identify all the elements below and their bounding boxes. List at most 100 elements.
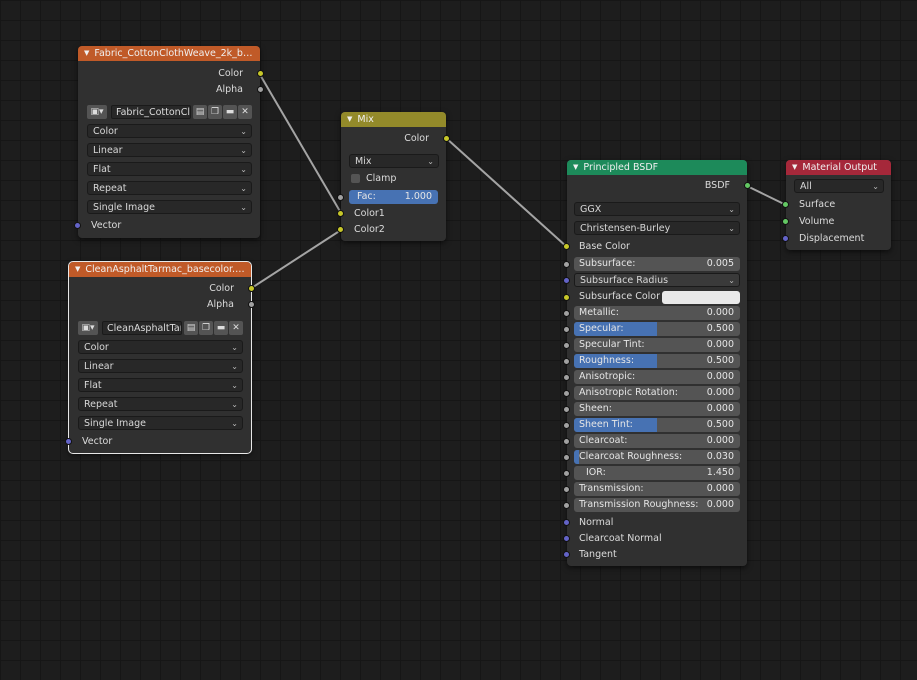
field-input-socket[interactable] xyxy=(563,454,570,461)
source-select[interactable]: Single Image ⌄ xyxy=(87,200,252,214)
mix-rgb-node[interactable]: ▼ Mix Color Mix ⌄ Clamp Fac: 1.000 Color1 … xyxy=(337,112,450,241)
color-space-select[interactable]: Color ⌄ xyxy=(78,340,243,354)
material-output-node[interactable]: ▼ Material Output All ⌄ Surface Volume Dis… xyxy=(782,160,891,250)
field-input-socket[interactable] xyxy=(563,470,570,477)
color-space-select[interactable]: Color ⌄ xyxy=(87,124,252,138)
input-subsurface-socket[interactable] xyxy=(563,261,570,268)
distribution-select[interactable]: GGX ⌄ xyxy=(574,202,740,216)
field-input-socket[interactable] xyxy=(563,406,570,413)
subsurface-color-swatch[interactable] xyxy=(662,291,740,304)
extension-select[interactable]: Repeat ⌄ xyxy=(78,397,243,411)
bsdf-field[interactable]: Transmission Roughness: 0.000 xyxy=(574,498,740,512)
node-header[interactable]: ▼ Fabric_CottonClothWeave_2k_basecol... xyxy=(78,46,260,61)
input-displacement-socket[interactable] xyxy=(782,235,789,242)
bsdf-field[interactable]: Metallic: 0.000 xyxy=(574,306,740,320)
chevron-down-icon[interactable]: ▼ xyxy=(75,262,80,277)
chevron-down-icon[interactable]: ▼ xyxy=(347,112,352,127)
image-icon[interactable]: ▣▾ xyxy=(78,321,98,335)
chevron-down-icon[interactable]: ▼ xyxy=(792,160,797,175)
bsdf-field[interactable]: Anisotropic Rotation: 0.000 xyxy=(574,386,740,400)
chevron-down-icon: ⌄ xyxy=(728,276,735,285)
field-input-socket[interactable] xyxy=(563,502,570,509)
close-icon[interactable]: ✕ xyxy=(238,105,252,119)
bsdf-field[interactable]: Clearcoat Roughness: 0.030 xyxy=(574,450,740,464)
input-color1-socket[interactable] xyxy=(337,210,344,217)
output-color-socket[interactable] xyxy=(443,135,450,142)
field-value: 0.000 xyxy=(706,339,734,350)
bsdf-field[interactable]: Specular Tint: 0.000 xyxy=(574,338,740,352)
input-volume-socket[interactable] xyxy=(782,218,789,225)
source-select[interactable]: Single Image ⌄ xyxy=(78,416,243,430)
field-input-socket[interactable] xyxy=(563,374,570,381)
subsurface-method-select[interactable]: Christensen-Burley ⌄ xyxy=(574,221,740,235)
select-value: Color xyxy=(93,126,118,137)
input-vector-socket[interactable] xyxy=(65,438,72,445)
output-bsdf-socket[interactable] xyxy=(744,182,751,189)
bsdf-field[interactable]: Sheen: 0.000 xyxy=(574,402,740,416)
bsdf-field[interactable]: Anisotropic: 0.000 xyxy=(574,370,740,384)
image-icon[interactable]: ▣▾ xyxy=(87,105,107,119)
node-header[interactable]: ▼ CleanAsphaltTarmac_basecolor.png xyxy=(69,262,251,277)
duplicate-icon[interactable]: ❐ xyxy=(199,321,213,335)
subsurface-field[interactable]: Subsurface: 0.005 xyxy=(574,257,740,271)
bsdf-field[interactable]: IOR: 1.450 xyxy=(574,466,740,480)
field-input-socket[interactable] xyxy=(563,422,570,429)
field-input-socket[interactable] xyxy=(563,390,570,397)
select-value: Repeat xyxy=(93,183,127,194)
blend-type-select[interactable]: Mix ⌄ xyxy=(349,154,439,168)
output-alpha-socket[interactable] xyxy=(257,86,264,93)
open-folder-icon[interactable]: ▬ xyxy=(214,321,228,335)
clamp-checkbox[interactable] xyxy=(351,174,360,183)
field-input-socket[interactable] xyxy=(563,310,570,317)
projection-select[interactable]: Flat ⌄ xyxy=(78,378,243,392)
chevron-down-icon[interactable]: ▼ xyxy=(84,46,89,61)
interpolation-select[interactable]: Linear ⌄ xyxy=(78,359,243,373)
input-subsurface-color-socket[interactable] xyxy=(563,294,570,301)
input-normal-socket[interactable] xyxy=(563,519,570,526)
input-surface-label: Surface xyxy=(799,199,836,210)
input-vector-socket[interactable] xyxy=(74,222,81,229)
output-color-socket[interactable] xyxy=(248,285,255,292)
principled-bsdf-node[interactable]: ▼ Principled BSDF BSDF GGX ⌄ Christensen-B… xyxy=(563,160,751,566)
chevron-down-icon[interactable]: ▼ xyxy=(573,160,578,175)
node-header[interactable]: ▼ Principled BSDF xyxy=(567,160,747,175)
projection-select[interactable]: Flat ⌄ xyxy=(87,162,252,176)
subsurface-radius-field[interactable]: Subsurface Radius ⌄ xyxy=(574,273,740,287)
input-tangent-socket[interactable] xyxy=(563,551,570,558)
input-surface-socket[interactable] xyxy=(782,201,789,208)
open-folder-icon[interactable]: ▬ xyxy=(223,105,237,119)
node-header[interactable]: ▼ Material Output xyxy=(786,160,891,175)
bsdf-field[interactable]: Transmission: 0.000 xyxy=(574,482,740,496)
field-input-socket[interactable] xyxy=(563,326,570,333)
input-fac-socket[interactable] xyxy=(337,194,344,201)
bsdf-field[interactable]: Specular: 0.500 xyxy=(574,322,740,336)
input-clearcoat-normal-socket[interactable] xyxy=(563,535,570,542)
field-input-socket[interactable] xyxy=(563,358,570,365)
close-icon[interactable]: ✕ xyxy=(229,321,243,335)
output-alpha-socket[interactable] xyxy=(248,301,255,308)
input-subsurface-radius-socket[interactable] xyxy=(563,277,570,284)
output-color-socket[interactable] xyxy=(257,70,264,77)
node-header[interactable]: ▼ Mix xyxy=(341,112,446,127)
link-bsdf-to-output-surface xyxy=(746,184,787,207)
field-input-socket[interactable] xyxy=(563,486,570,493)
field-input-socket[interactable] xyxy=(563,342,570,349)
image-name-field[interactable]: CleanAsphaltTar... xyxy=(102,321,182,335)
browse-icon[interactable]: ▤ xyxy=(184,321,198,335)
image-name-field[interactable]: Fabric_CottonCl... xyxy=(111,105,191,119)
interpolation-select[interactable]: Linear ⌄ xyxy=(87,143,252,157)
image-texture-node-asphalt[interactable]: ▼ CleanAsphaltTarmac_basecolor.png Color … xyxy=(65,261,255,454)
field-input-socket[interactable] xyxy=(563,438,570,445)
bsdf-field[interactable]: Roughness: 0.500 xyxy=(574,354,740,368)
browse-icon[interactable]: ▤ xyxy=(193,105,207,119)
extension-select[interactable]: Repeat ⌄ xyxy=(87,181,252,195)
target-select[interactable]: All ⌄ xyxy=(794,179,884,193)
input-base-color-socket[interactable] xyxy=(563,243,570,250)
bsdf-field[interactable]: Clearcoat: 0.000 xyxy=(574,434,740,448)
link-image2-color-to-mix-color2 xyxy=(248,228,343,291)
input-color2-socket[interactable] xyxy=(337,226,344,233)
bsdf-field[interactable]: Sheen Tint: 0.500 xyxy=(574,418,740,432)
image-texture-node-fabric[interactable]: ▼ Fabric_CottonClothWeave_2k_basecol... C… xyxy=(74,46,264,238)
duplicate-icon[interactable]: ❐ xyxy=(208,105,222,119)
fac-field[interactable]: Fac: 1.000 xyxy=(349,190,438,204)
